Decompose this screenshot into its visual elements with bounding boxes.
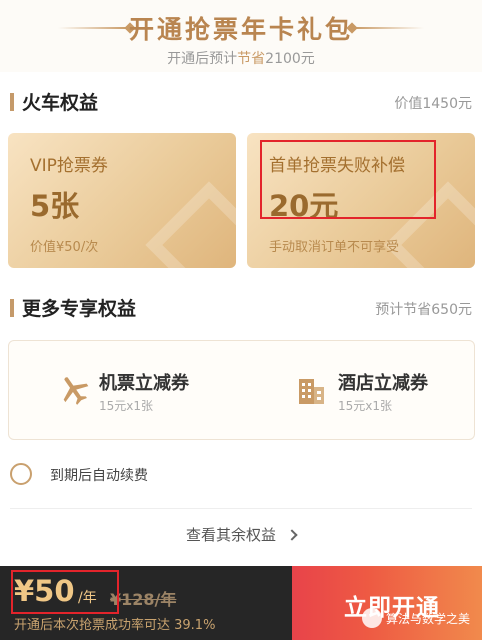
hotel-icon xyxy=(294,373,328,407)
view-more-label: 查看其余权益 xyxy=(185,526,276,544)
benefit-box: 机票立减券 15元x1张 酒店立减券 15元x1张 xyxy=(8,340,475,440)
header-decor-line-right xyxy=(354,27,424,29)
benefit-name: 酒店立减券 xyxy=(338,373,428,394)
section-bar xyxy=(10,299,14,317)
watermark-text: 算法与数学之美 xyxy=(386,612,471,626)
section-bar xyxy=(10,93,14,111)
section-more-header: 更多专享权益 预计节省650元 xyxy=(0,294,482,324)
benefit-desc: 15元x1张 xyxy=(99,399,154,413)
card-note: 价值¥50/次 xyxy=(30,240,99,255)
original-price: ¥128/年 xyxy=(110,590,177,609)
card-note: 手动取消订单不可享受 xyxy=(269,240,400,255)
chevron-right-icon xyxy=(286,529,298,541)
card-value: 5张 xyxy=(30,189,80,223)
card-vip-ticket[interactable]: VIP抢票券 5张 价值¥50/次 xyxy=(8,133,236,268)
view-more-link[interactable]: 查看其余权益 xyxy=(0,524,482,550)
success-rate-note: 开通后本次抢票成功率可达 39.1% xyxy=(14,618,216,633)
card-label: VIP抢票券 xyxy=(30,156,108,176)
annotation-highlight-box xyxy=(260,140,436,219)
benefit-name: 机票立减券 xyxy=(99,373,189,394)
section-train-title: 火车权益 xyxy=(22,92,99,114)
header: 开通抢票年卡礼包 开通后预计节省2100元 xyxy=(0,0,482,72)
auto-renew-option[interactable]: 到期后自动续费 xyxy=(10,462,310,488)
card-decor xyxy=(145,181,236,268)
auto-renew-label: 到期后自动续费 xyxy=(50,468,148,484)
section-train-value: 价值1450元 xyxy=(394,96,472,112)
bottom-bar: ¥50 /年 ¥128/年 开通后本次抢票成功率可达 39.1% 立即开通 算法… xyxy=(0,566,482,640)
section-more-title: 更多专享权益 xyxy=(22,298,137,320)
subtitle-amount: 2100元 xyxy=(265,51,315,67)
benefit-flight-coupon[interactable]: 机票立减券 15元x1张 xyxy=(9,341,242,441)
wechat-logo-icon xyxy=(362,608,382,628)
watermark: 算法与数学之美 xyxy=(362,606,474,630)
annotation-price-box xyxy=(11,570,119,614)
header-subtitle: 开通后预计节省2100元 xyxy=(0,48,482,68)
divider xyxy=(10,508,472,509)
section-train-header: 火车权益 价值1450元 xyxy=(0,88,482,118)
benefit-hotel-coupon[interactable]: 酒店立减券 15元x1张 xyxy=(242,341,475,441)
page: 开通抢票年卡礼包 开通后预计节省2100元 火车权益 价值1450元 VIP抢票… xyxy=(0,0,482,640)
subtitle-prefix: 开通后预计 xyxy=(167,51,238,67)
price-area: ¥50 /年 ¥128/年 开通后本次抢票成功率可达 39.1% xyxy=(0,566,292,640)
section-more-value: 预计节省650元 xyxy=(375,302,472,318)
subtitle-highlight: 节省 xyxy=(237,51,266,67)
airplane-icon xyxy=(57,373,91,407)
activate-now-button[interactable]: 立即开通 算法与数学之美 xyxy=(292,566,482,640)
benefit-desc: 15元x1张 xyxy=(338,399,393,413)
auto-renew-radio[interactable] xyxy=(10,463,32,485)
